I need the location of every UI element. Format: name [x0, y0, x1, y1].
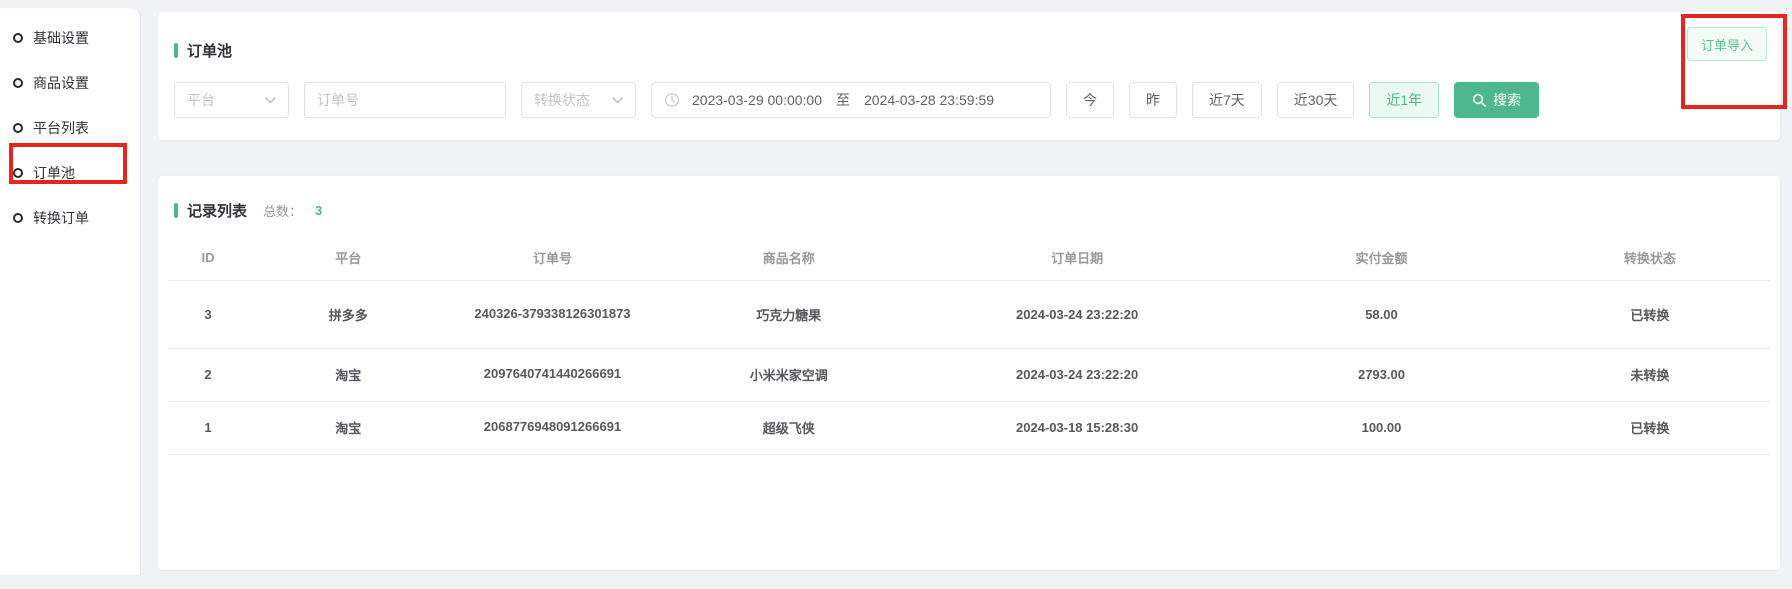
- col-header-product-name: 商品名称: [657, 236, 921, 280]
- cell-paid-amount: 100.00: [1233, 401, 1529, 454]
- table-header-row: ID 平台 订单号 商品名称 订单日期 实付金额 转换状态: [168, 236, 1770, 280]
- col-header-order-date: 订单日期: [921, 236, 1233, 280]
- sidebar-item-label: 转换订单: [33, 208, 89, 228]
- search-button[interactable]: 搜索: [1454, 82, 1539, 118]
- filter-row: 平台 转换状态 2023-03-29 00:00:00 至 2024-03-28…: [174, 82, 1539, 118]
- cell-product-name: 超级飞侠: [657, 401, 921, 454]
- cell-order-no: 240326-379338126301873: [448, 280, 656, 348]
- title-accent-bar: [174, 203, 178, 218]
- chevron-down-icon: [612, 97, 623, 104]
- chevron-down-icon: [265, 97, 276, 104]
- cell-platform: 淘宝: [248, 401, 448, 454]
- sidebar-item-convert-orders[interactable]: 转换订单: [0, 195, 140, 240]
- quick-range-30days-button[interactable]: 近30天: [1277, 82, 1355, 118]
- circle-icon: [13, 78, 23, 88]
- cell-paid-amount: 58.00: [1233, 280, 1529, 348]
- search-icon: [1472, 93, 1486, 107]
- quick-range-1year-button[interactable]: 近1年: [1369, 82, 1439, 118]
- cell-convert-status: 未转换: [1530, 348, 1770, 401]
- cell-order-date: 2024-03-18 15:28:30: [921, 401, 1233, 454]
- sidebar-item-basic-settings[interactable]: 基础设置: [0, 15, 140, 60]
- order-no-text: 2068776948091266691: [484, 415, 621, 440]
- col-header-paid-amount: 实付金额: [1233, 236, 1529, 280]
- order-no-text: 240326-379338126301873: [474, 302, 630, 327]
- records-table: ID 平台 订单号 商品名称 订单日期 实付金额 转换状态 3 拼多多 2403…: [168, 236, 1770, 455]
- table-row: 2 淘宝 2097640741440266691 小米米家空调 2024-03-…: [168, 348, 1770, 401]
- convert-status-select[interactable]: 转换状态: [521, 82, 636, 118]
- platform-select-placeholder: 平台: [187, 90, 215, 110]
- quick-range-today-button[interactable]: 今: [1066, 82, 1114, 118]
- records-total-label: 总数：: [263, 201, 302, 220]
- circle-icon: [13, 33, 23, 43]
- circle-icon: [13, 123, 23, 133]
- clock-icon: [664, 92, 680, 108]
- records-total-value: 3: [315, 203, 322, 218]
- filter-card: 订单池 订单导入 平台 转换状态 2023-03-29: [158, 12, 1780, 140]
- cell-order-date: 2024-03-24 23:22:20: [921, 280, 1233, 348]
- sidebar-item-label: 订单池: [33, 163, 75, 183]
- search-button-label: 搜索: [1493, 90, 1521, 110]
- cell-product-name: 小米米家空调: [657, 348, 921, 401]
- cell-convert-status: 已转换: [1530, 401, 1770, 454]
- sidebar-item-label: 商品设置: [33, 73, 89, 93]
- col-header-platform: 平台: [248, 236, 448, 280]
- cell-platform: 淘宝: [248, 348, 448, 401]
- sidebar-item-order-pool[interactable]: 订单池: [0, 150, 140, 195]
- order-no-input[interactable]: [304, 82, 506, 118]
- sidebar-item-product-settings[interactable]: 商品设置: [0, 60, 140, 105]
- cell-paid-amount: 2793.00: [1233, 348, 1529, 401]
- cell-order-no: 2097640741440266691: [448, 348, 656, 401]
- sidebar-item-label: 基础设置: [33, 28, 89, 48]
- cell-product-name: 巧克力糖果: [657, 280, 921, 348]
- records-title: 记录列表: [187, 200, 247, 221]
- convert-status-select-placeholder: 转换状态: [534, 90, 590, 110]
- cell-id: 2: [168, 348, 248, 401]
- sidebar-item-platform-list[interactable]: 平台列表: [0, 105, 140, 150]
- date-end: 2024-03-28 23:59:59: [864, 92, 994, 108]
- table-row: 1 淘宝 2068776948091266691 超级飞侠 2024-03-18…: [168, 401, 1770, 454]
- cell-id: 1: [168, 401, 248, 454]
- order-import-button[interactable]: 订单导入: [1687, 27, 1767, 61]
- title-accent-bar: [174, 43, 178, 58]
- cell-order-no: 2068776948091266691: [448, 401, 656, 454]
- cell-order-date: 2024-03-24 23:22:20: [921, 348, 1233, 401]
- order-no-text: 2097640741440266691: [484, 362, 621, 387]
- page-title: 订单池: [187, 40, 232, 61]
- cell-id: 3: [168, 280, 248, 348]
- col-header-convert-status: 转换状态: [1530, 236, 1770, 280]
- cell-platform: 拼多多: [248, 280, 448, 348]
- quick-range-7days-button[interactable]: 近7天: [1192, 82, 1262, 118]
- col-header-order-no: 订单号: [448, 236, 656, 280]
- circle-icon: [13, 213, 23, 223]
- quick-range-yesterday-button[interactable]: 昨: [1129, 82, 1177, 118]
- col-header-id: ID: [168, 236, 248, 280]
- records-card-header: 记录列表 总数： 3: [158, 176, 1780, 221]
- sidebar-item-label: 平台列表: [33, 118, 89, 138]
- date-start: 2023-03-29 00:00:00: [692, 92, 822, 108]
- cell-convert-status: 已转换: [1530, 280, 1770, 348]
- filter-card-header: 订单池: [158, 12, 1780, 61]
- records-card: 记录列表 总数： 3 ID 平台 订单号 商品名称 订单日期 实付金额 转换状态: [158, 176, 1780, 570]
- date-separator: 至: [836, 90, 850, 110]
- circle-icon: [13, 168, 23, 178]
- table-row: 3 拼多多 240326-379338126301873 巧克力糖果 2024-…: [168, 280, 1770, 348]
- platform-select[interactable]: 平台: [174, 82, 289, 118]
- sidebar: 基础设置 商品设置 平台列表 订单池 转换订单: [0, 8, 141, 575]
- date-range-picker[interactable]: 2023-03-29 00:00:00 至 2024-03-28 23:59:5…: [651, 82, 1051, 118]
